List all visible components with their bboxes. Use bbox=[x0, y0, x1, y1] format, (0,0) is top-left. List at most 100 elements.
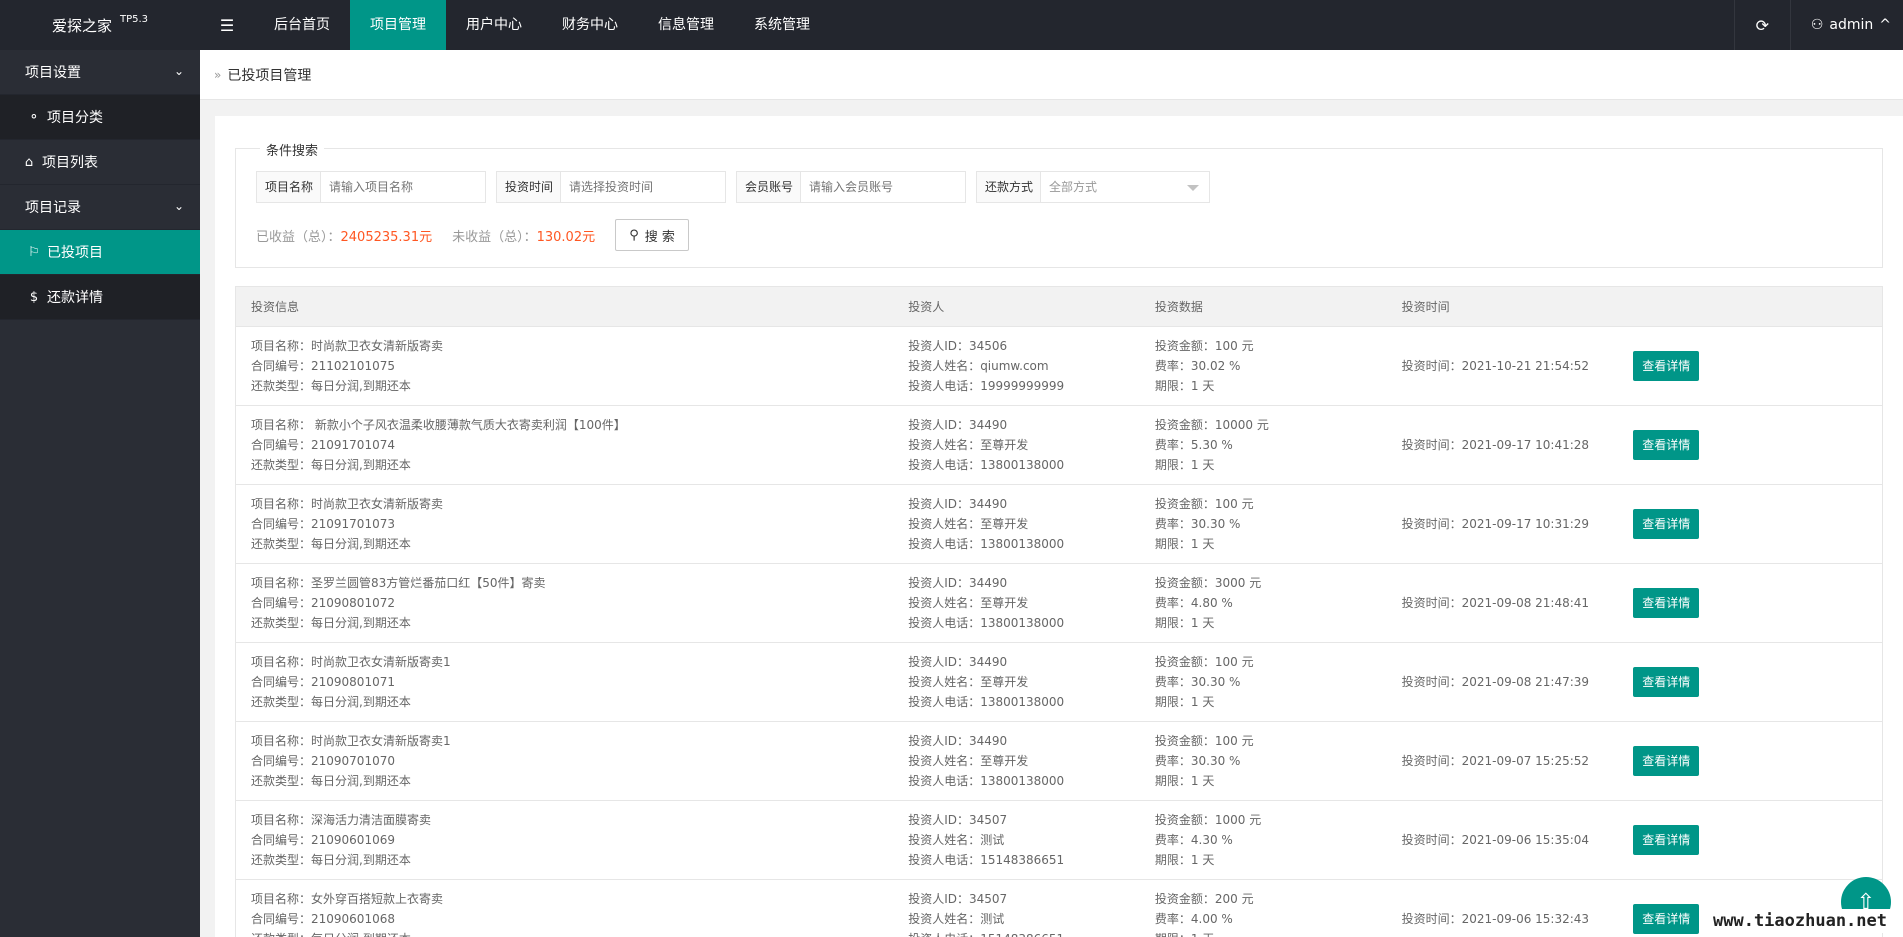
refresh-icon[interactable]: ⟳ bbox=[1733, 0, 1790, 50]
investor-name: 投资人姓名：测试 bbox=[908, 912, 1005, 926]
view-detail-button[interactable]: 查看详情 bbox=[1633, 825, 1700, 855]
pending-label: 未收益（总）： bbox=[452, 229, 537, 245]
top-nav: 后台首页 项目管理 用户中心 财务中心 信息管理 系统管理 bbox=[254, 0, 830, 50]
view-detail-button[interactable]: 查看详情 bbox=[1633, 430, 1700, 460]
repay-method-select[interactable]: 全部方式 bbox=[1041, 172, 1209, 202]
project-name-input[interactable] bbox=[321, 172, 485, 202]
invest-time: 投资时间：2021-09-17 10:41:28 bbox=[1401, 438, 1590, 452]
sidebar-group-project-records[interactable]: 项目记录 ⌄ bbox=[0, 185, 200, 230]
invest-term: 期限：1 天 bbox=[1154, 379, 1215, 393]
view-detail-button[interactable]: 查看详情 bbox=[1633, 509, 1700, 539]
nav-item-users[interactable]: 用户中心 bbox=[446, 0, 542, 50]
search-button[interactable]: ⚲ 搜 索 bbox=[615, 219, 690, 251]
contract-number: 合同编号：21102101075 bbox=[251, 359, 395, 373]
investor-cell: 投资人ID：34507 投资人姓名：测试投资人电话：15148386651 bbox=[893, 889, 1140, 937]
invest-time-cell: 投资时间：2021-09-07 15:25:52 bbox=[1387, 751, 1634, 771]
action-cell: 查看详情 bbox=[1633, 667, 1882, 697]
investor-phone: 投资人电话：13800138000 bbox=[908, 695, 1065, 709]
invest-time-cell: 投资时间：2021-09-17 10:41:28 bbox=[1387, 435, 1634, 455]
table-header: 投资信息 投资人 投资数据 投资时间 bbox=[236, 287, 1882, 327]
repay-type: 还款类型：每日分润,到期还本 bbox=[251, 458, 411, 472]
invest-amount: 投资金额：3000 元 bbox=[1154, 576, 1262, 590]
pending-value: 130.02元 bbox=[536, 229, 596, 245]
view-detail-button[interactable]: 查看详情 bbox=[1633, 746, 1700, 776]
invest-time-cell: 投资时间：2021-09-17 10:31:29 bbox=[1387, 514, 1634, 534]
table-row: 项目名称：时尚款卫衣女清新版寄卖1 合同编号：21090801071 还款类型：每日… bbox=[236, 643, 1882, 722]
home-icon: ⌂ bbox=[24, 154, 34, 170]
invest-time: 投资时间：2021-09-07 15:25:52 bbox=[1401, 754, 1590, 768]
project-name: 项目名称：圣罗兰圆管83方管烂番茄口红【50件】寄卖 bbox=[251, 576, 546, 590]
contract-number: 合同编号：21090801071 bbox=[251, 675, 395, 689]
project-name: 项目名称：深海活力清洁面膜寄卖 bbox=[251, 813, 432, 827]
member-account-input[interactable] bbox=[801, 172, 965, 202]
main-content: » 已投项目管理 条件搜索 项目名称 投资时间 会员账号 还款方式 bbox=[200, 50, 1903, 937]
contract-number: 合同编号：21090601069 bbox=[251, 833, 395, 847]
chevron-up-icon: ^ bbox=[1879, 17, 1891, 33]
table-row: 项目名称：深海活力清洁面膜寄卖 合同编号：21090601069 还款类型：每日分润… bbox=[236, 801, 1882, 880]
sidebar-item-repayment-details[interactable]: $ 还款详情 bbox=[0, 275, 200, 320]
investor-phone: 投资人电话：19999999999 bbox=[908, 379, 1065, 393]
invest-time-field: 投资时间 bbox=[496, 171, 726, 203]
action-cell: 查看详情 bbox=[1633, 430, 1882, 460]
nav-item-projects[interactable]: 项目管理 bbox=[350, 0, 446, 50]
user-menu[interactable]: ⚇ admin ^ bbox=[1789, 0, 1903, 50]
view-detail-button[interactable]: 查看详情 bbox=[1633, 667, 1700, 697]
project-name: 项目名称： 新款小个子风衣温柔收腰薄款气质大衣寄卖利润【100件】 bbox=[251, 418, 626, 432]
logo-text: 爱探之家 bbox=[51, 16, 112, 35]
project-name: 项目名称：时尚款卫衣女清新版寄卖1 bbox=[251, 734, 451, 748]
investor-id: 投资人ID：34490 bbox=[908, 418, 1008, 432]
investor-cell: 投资人ID：34490 投资人姓名：至尊开发 投资人电话：13800138000 bbox=[893, 652, 1140, 712]
version-badge: TP5.3 bbox=[119, 13, 149, 25]
sidebar-group-project-settings[interactable]: 项目设置 ⌄ bbox=[0, 50, 200, 95]
invest-amount: 投资金额：10000 元 bbox=[1154, 418, 1269, 432]
investor-cell: 投资人ID：34490 投资人姓名：至尊开发 投资人电话：13800138000 bbox=[893, 415, 1140, 475]
invest-time-input[interactable] bbox=[561, 172, 725, 202]
view-detail-button[interactable]: 查看详情 bbox=[1633, 351, 1700, 381]
app-logo[interactable]: 爱探之家 TP5.3 bbox=[0, 0, 200, 50]
action-cell: 查看详情 bbox=[1633, 746, 1882, 776]
search-fieldset: 条件搜索 项目名称 投资时间 会员账号 还款方式 全部方式 bbox=[235, 140, 1883, 268]
search-legend: 条件搜索 bbox=[260, 140, 325, 159]
menu-toggle-icon[interactable]: ☰ bbox=[200, 0, 254, 50]
investor-cell: 投资人ID：34490 投资人姓名：至尊开发 投资人电话：13800138000 bbox=[893, 494, 1140, 554]
investor-cell: 投资人ID：34506 投资人姓名：qiumw.com 投资人电话：19999999… bbox=[893, 336, 1140, 396]
repay-type: 还款类型：每日分润,到期还本 bbox=[251, 774, 411, 788]
member-account-field: 会员账号 bbox=[736, 171, 966, 203]
sidebar-item-project-category[interactable]: ⚬ 项目分类 bbox=[0, 95, 200, 140]
project-name: 项目名称：时尚款卫衣女清新版寄卖 bbox=[251, 497, 444, 511]
invest-rate: 费率：30.30 % bbox=[1154, 517, 1241, 531]
user-icon: ⚇ bbox=[1810, 17, 1824, 33]
contract-number: 合同编号：21090801072 bbox=[251, 596, 395, 610]
select-value: 全部方式 bbox=[1049, 180, 1098, 194]
field-label: 还款方式 bbox=[977, 172, 1041, 202]
invest-data-cell: 投资金额：200 元费率：4.00 % 期限：1 天 bbox=[1140, 889, 1387, 937]
nav-item-finance[interactable]: 财务中心 bbox=[542, 0, 638, 50]
sidebar-item-label: 还款详情 bbox=[47, 290, 103, 306]
repay-type: 还款类型：每日分润,到期还本 bbox=[251, 379, 411, 393]
view-detail-button[interactable]: 查看详情 bbox=[1633, 904, 1700, 934]
repay-type: 还款类型：每日分润,到期还本 bbox=[251, 929, 893, 937]
investor-cell: 投资人ID：34507 投资人姓名：测试投资人电话：15148386651 bbox=[893, 810, 1140, 870]
field-label: 投资时间 bbox=[497, 172, 561, 202]
invest-data-cell: 投资金额：100 元费率：30.02 % 期限：1 天 bbox=[1140, 336, 1387, 396]
nav-item-info[interactable]: 信息管理 bbox=[638, 0, 734, 50]
nav-item-system[interactable]: 系统管理 bbox=[734, 0, 830, 50]
column-header: 投资数据 bbox=[1154, 300, 1203, 314]
invest-rate: 费率：4.30 % bbox=[1154, 833, 1233, 847]
sidebar-item-project-list[interactable]: ⌂ 项目列表 bbox=[0, 140, 200, 185]
invest-amount: 投资金额：200 元 bbox=[1154, 892, 1254, 906]
investor-name: 投资人姓名：测试 bbox=[908, 833, 1005, 847]
sidebar-item-invested-projects[interactable]: ⚐ 已投项目 bbox=[0, 230, 200, 275]
invest-rate: 费率：30.30 % bbox=[1154, 675, 1241, 689]
investor-cell: 投资人ID：34490 投资人姓名：至尊开发 投资人电话：13800138000 bbox=[893, 573, 1140, 633]
sidebar-item-label: 项目分类 bbox=[47, 110, 103, 126]
invest-data-cell: 投资金额：1000 元费率：4.30 % 期限：1 天 bbox=[1140, 810, 1387, 870]
nav-item-home[interactable]: 后台首页 bbox=[254, 0, 350, 50]
invest-rate: 费率：4.00 % bbox=[1154, 912, 1233, 926]
table-row: 项目名称：时尚款卫衣女清新版寄卖 合同编号：21091701073 还款类型：每日分… bbox=[236, 485, 1882, 564]
content-panel: 条件搜索 项目名称 投资时间 会员账号 还款方式 全部方式 bbox=[215, 116, 1903, 937]
invest-time: 投资时间：2021-10-21 21:54:52 bbox=[1401, 359, 1590, 373]
invest-info-cell: 项目名称： 新款小个子风衣温柔收腰薄款气质大衣寄卖利润【100件】 合同编号：21… bbox=[236, 415, 893, 475]
invest-data-cell: 投资金额：10000 元费率：5.30 % 期限：1 天 bbox=[1140, 415, 1387, 475]
view-detail-button[interactable]: 查看详情 bbox=[1633, 588, 1700, 618]
